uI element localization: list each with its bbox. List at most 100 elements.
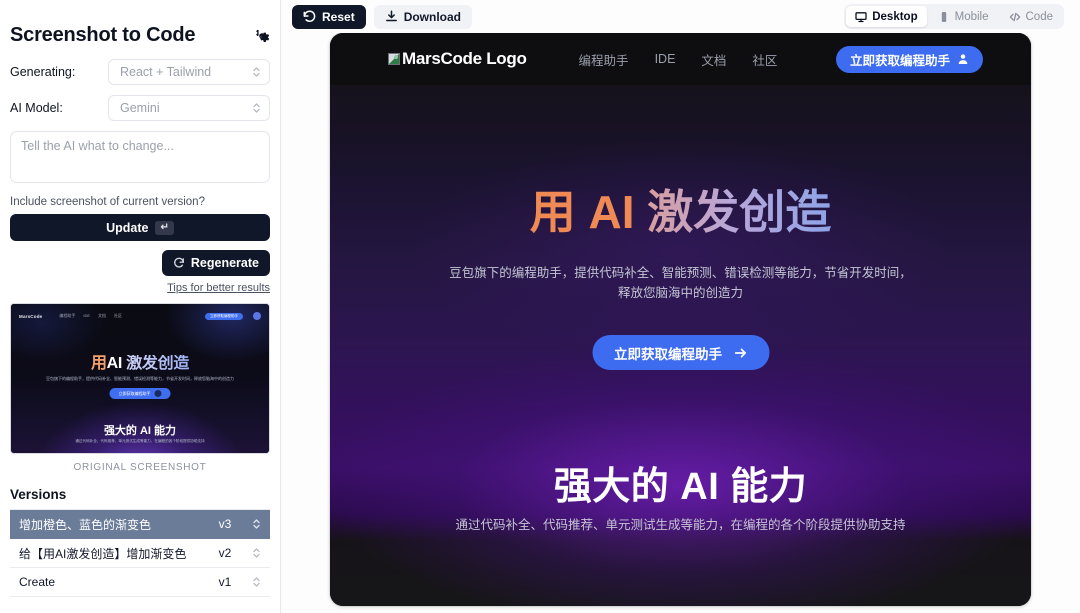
update-button-label: Update: [106, 220, 149, 235]
arrow-right-icon: [733, 346, 747, 360]
versions-list: 增加橙色、蓝色的渐变色 v3 给【用AI激发创造】增加渐变色 v2 Create…: [10, 509, 270, 597]
ai-model-row: AI Model: Gemini: [10, 95, 270, 121]
version-row-v3[interactable]: 增加橙色、蓝色的渐变色 v3: [10, 510, 270, 539]
preview-hero-cta-button[interactable]: 立即获取编程助手: [592, 335, 769, 370]
version-chevron[interactable]: [247, 517, 261, 531]
reset-button[interactable]: Reset: [292, 4, 366, 29]
generating-value: React + Tailwind: [120, 65, 212, 79]
preview-hero-cta-label: 立即获取编程助手: [614, 346, 722, 362]
include-screenshot-label[interactable]: Include screenshot of current version?: [10, 196, 270, 208]
thumbnail-hero-b: AI: [106, 355, 123, 372]
chevron-updown-icon: [252, 517, 261, 531]
gear-icon[interactable]: [254, 28, 270, 44]
preview-nav-item-2[interactable]: 文档: [701, 50, 726, 69]
ai-model-label: AI Model:: [10, 101, 63, 115]
tips-link[interactable]: Tips for better results: [167, 282, 270, 294]
regenerate-button[interactable]: Regenerate: [161, 250, 270, 276]
chevron-updown-icon: [252, 575, 261, 589]
thumbnail-hero-button: 立即获取编程助手: [109, 388, 171, 399]
generating-select[interactable]: React + Tailwind: [108, 59, 270, 85]
reset-icon: [303, 10, 316, 23]
preview-section2-subtitle: 通过代码补全、代码推荐、单元测试生成等能力，在编程的各个阶段提供协助支持: [455, 518, 906, 532]
thumbnail-hero-a: 用: [90, 355, 107, 372]
app-root: Screenshot to Code Generating: React + T…: [0, 0, 1080, 613]
preview-frame: MarsCode Logo 编程助手 IDE 文档 社区 立即获取编程助手 用 …: [330, 33, 1031, 606]
original-screenshot-wrapper: MarsCode 编程助手 IDE 文档 社区 立即获取编程助手 用AI 激发创…: [10, 303, 270, 473]
view-mode-switcher: Desktop Mobile Code: [844, 4, 1064, 29]
preview-header-cta-button[interactable]: 立即获取编程助手: [835, 45, 983, 73]
regenerate-row: Regenerate: [10, 250, 270, 276]
thumbnail-hero-button-label: 立即获取编程助手: [118, 390, 151, 396]
preview-hero-subtitle: 豆包旗下的编程助手，提供代码补全、智能预测、错误检测等能力，节省开发时间，释放您…: [449, 266, 912, 301]
preview-nav-item-1[interactable]: IDE: [655, 52, 676, 66]
thumbnail-hero-sub: 豆包旗下的编程助手，提供代码补全、智能预测、错误检测等能力，节省开发时间，释放您…: [46, 376, 234, 381]
tips-row: Tips for better results: [10, 282, 270, 294]
refresh-icon: [173, 257, 185, 269]
version-name: 给【用AI激发创造】增加渐变色: [19, 546, 187, 561]
preview-logo-alt-text: MarsCode Logo: [402, 49, 527, 68]
thumbnail-avatar: [253, 312, 261, 320]
thumbnail-nav-item: IDE: [83, 313, 91, 318]
thumbnail-nav-item: 文档: [98, 313, 107, 318]
version-chevron[interactable]: [247, 575, 261, 589]
preview-toolbar: Reset Download Desktop Mobile Code: [281, 0, 1080, 33]
phone-icon: [938, 11, 950, 23]
original-screenshot-thumbnail[interactable]: MarsCode 编程助手 IDE 文档 社区 立即获取编程助手 用AI 激发创…: [10, 303, 270, 454]
chevron-updown-icon: [252, 546, 261, 560]
preview-logo[interactable]: MarsCode Logo: [388, 49, 527, 69]
thumbnail-hero-c: 激发创造: [126, 355, 190, 372]
thumbnail-nav-item: 编程助手: [59, 313, 76, 318]
preview-section2-title: 强大的 AI 能力: [553, 466, 808, 508]
version-row-v1[interactable]: Create v1: [10, 568, 270, 597]
version-tag: v1: [218, 575, 232, 589]
original-screenshot-caption: ORIGINAL SCREENSHOT: [73, 462, 207, 473]
reset-label: Reset: [322, 9, 355, 24]
tab-desktop[interactable]: Desktop: [846, 6, 927, 27]
thumbnail-hero-title: 用AI 激发创造: [11, 349, 269, 373]
prompt-input[interactable]: [10, 131, 270, 183]
download-label: Download: [403, 9, 462, 24]
version-name: Create: [19, 575, 56, 589]
sidebar-header: Screenshot to Code: [10, 10, 270, 59]
main-panel: Reset Download Desktop Mobile Code MarsC…: [281, 0, 1080, 613]
tab-mobile-label: Mobile: [954, 10, 989, 23]
prompt-wrapper: [10, 131, 270, 188]
thumbnail-arrow-icon: [154, 390, 162, 397]
thumbnail-logo: MarsCode: [19, 313, 43, 319]
version-chevron[interactable]: [247, 546, 261, 560]
thumbnail-nav-links: 编程助手 IDE 文档 社区: [59, 313, 122, 319]
tab-code[interactable]: Code: [1000, 6, 1063, 27]
update-button[interactable]: Update ↵: [10, 214, 270, 241]
enter-key-hint: ↵: [155, 220, 174, 235]
tab-mobile[interactable]: Mobile: [929, 6, 998, 27]
chevron-updown-icon: [252, 65, 261, 79]
regenerate-label: Regenerate: [190, 256, 259, 270]
thumbnail-cta: 立即获取编程助手: [205, 312, 243, 320]
preview-hero-title: 用 AI 激发创造: [330, 187, 1031, 238]
version-tag: v3: [218, 517, 232, 531]
monitor-icon: [855, 11, 867, 23]
hero-title-gradient: 激发创造: [647, 186, 832, 238]
preview-nav-item-3[interactable]: 社区: [752, 50, 777, 69]
tab-desktop-label: Desktop: [872, 10, 918, 23]
preview-nav-item-0[interactable]: 编程助手: [579, 50, 629, 69]
download-button[interactable]: Download: [373, 4, 473, 29]
code-icon: [1009, 11, 1021, 23]
generating-row: Generating: React + Tailwind: [10, 59, 270, 85]
version-tag: v2: [218, 546, 232, 560]
broken-image-icon: [388, 53, 400, 65]
ai-model-select[interactable]: Gemini: [108, 95, 270, 121]
chevron-updown-icon: [252, 101, 261, 115]
thumbnail-navbar: MarsCode 编程助手 IDE 文档 社区 立即获取编程助手: [19, 310, 261, 322]
preview-header-cta-label: 立即获取编程助手: [849, 53, 950, 68]
preview-nav: 编程助手 IDE 文档 社区: [579, 50, 778, 69]
thumbnail-section2-title: 强大的 AI 能力: [103, 425, 177, 437]
preview-header: MarsCode Logo 编程助手 IDE 文档 社区 立即获取编程助手: [330, 33, 1031, 85]
preview-content: MarsCode Logo 编程助手 IDE 文档 社区 立即获取编程助手 用 …: [330, 33, 1031, 606]
download-icon: [385, 10, 398, 23]
generating-label: Generating:: [10, 65, 76, 79]
page-title: Screenshot to Code: [10, 24, 196, 46]
preview-stage: MarsCode Logo 编程助手 IDE 文档 社区 立即获取编程助手 用 …: [281, 33, 1080, 613]
hero-title-orange: 用 AI: [529, 186, 648, 238]
version-row-v2[interactable]: 给【用AI激发创造】增加渐变色 v2: [10, 539, 270, 568]
